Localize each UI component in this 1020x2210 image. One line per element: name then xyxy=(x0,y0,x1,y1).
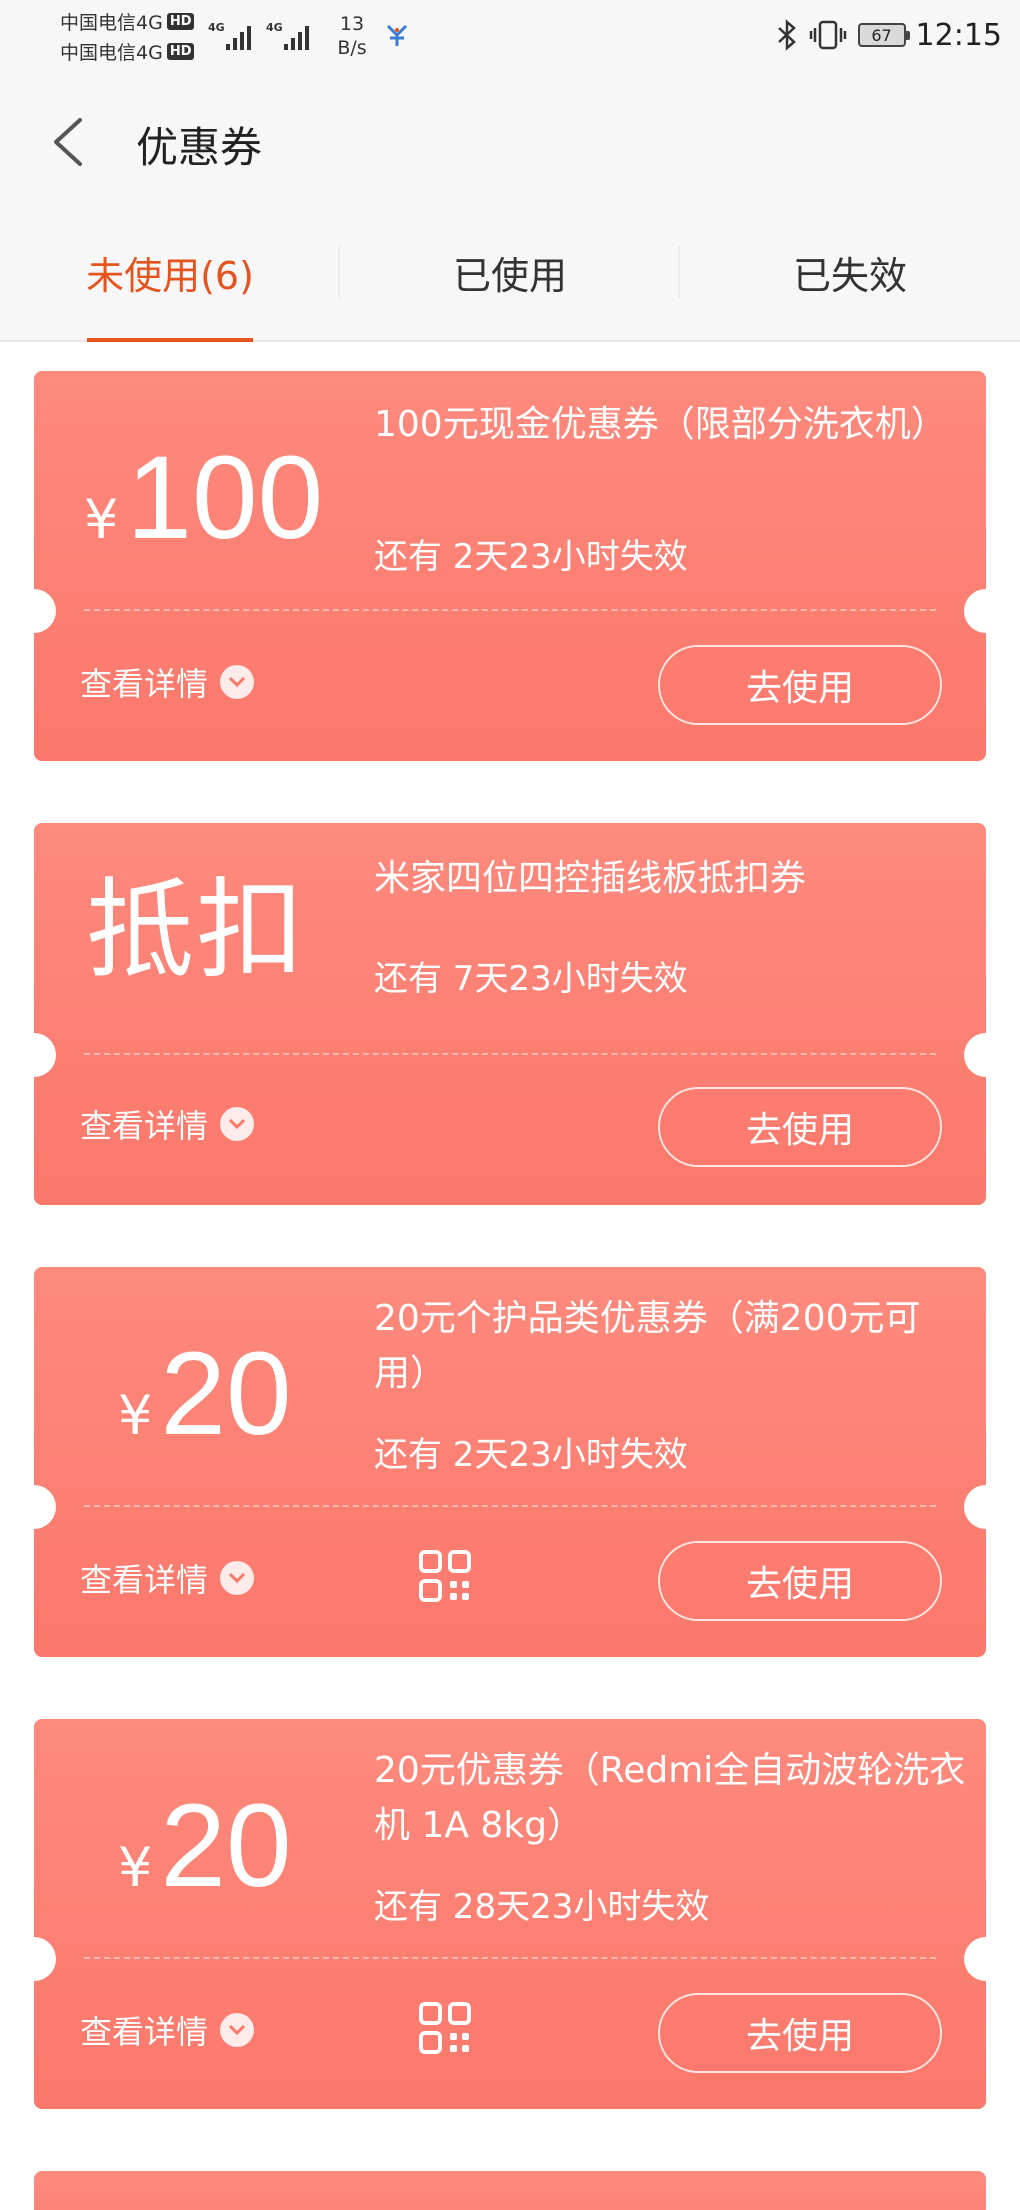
coupon-divider xyxy=(84,1957,936,1959)
use-coupon-button[interactable]: 去使用 xyxy=(658,645,942,725)
signal-1-net-type: 4G xyxy=(208,21,225,34)
view-details-label: 查看详情 xyxy=(80,2013,209,2051)
coupon-card: ¥ 20 20元优惠券（Redmi全自动波轮洗衣机 1A 8kg） 还有 28天… xyxy=(34,1719,986,2109)
signal-icon-1: 4G xyxy=(208,21,251,50)
coupon-expiry: 还有 2天23小时失效 xyxy=(374,1435,688,1475)
carrier-2: 中国电信4G HD xyxy=(60,38,195,65)
coupon-divider xyxy=(84,609,936,611)
currency-symbol: ¥ xyxy=(118,1384,153,1447)
tab-expired[interactable]: 已失效 xyxy=(680,202,1020,342)
coupon-card: ¥ 100 100元现金优惠券（限部分洗衣机） 还有 2天23小时失效 查看详情… xyxy=(34,371,986,761)
use-coupon-button[interactable]: 去使用 xyxy=(658,1087,942,1167)
coupon-notch-right xyxy=(964,1485,986,1529)
coupon-name: 20元个护品类优惠券（满200元可用） xyxy=(374,1298,921,1394)
coupon-notch-left xyxy=(34,589,56,633)
coupon-card-partial xyxy=(34,2171,986,2210)
use-coupon-button[interactable]: 去使用 xyxy=(658,1541,942,1621)
currency-symbol: ¥ xyxy=(118,1836,153,1899)
chevron-down-icon xyxy=(220,1561,255,1595)
carrier-1: 中国电信4G HD xyxy=(60,8,195,35)
view-details-label: 查看详情 xyxy=(80,1107,209,1145)
header-bar: 优惠券 xyxy=(0,72,1020,202)
status-bar: 中国电信4G HD 中国电信4G HD 4G 4G 13 B/s 67 12:1… xyxy=(0,0,1020,72)
coupon-notch-right xyxy=(964,589,986,633)
coupon-name: 米家四位四控插线板抵扣券 xyxy=(374,858,807,899)
view-details-toggle[interactable]: 查看详情 xyxy=(80,1101,255,1147)
signal-icon-2: 4G xyxy=(266,21,309,50)
chevron-down-icon xyxy=(220,665,255,699)
coupon-amount: ¥ 20 xyxy=(118,1335,292,1453)
network-speed-unit: B/s xyxy=(337,37,367,59)
tab-expired-label: 已失效 xyxy=(792,253,907,298)
tab-unused[interactable]: 未使用(6) xyxy=(0,202,340,342)
coupon-notch-left xyxy=(34,1485,56,1529)
network-speed-value: 13 xyxy=(339,13,365,35)
coupon-notch-right xyxy=(964,1937,986,1981)
view-details-toggle[interactable]: 查看详情 xyxy=(80,1555,255,1601)
hd-badge-2: HD xyxy=(166,43,195,60)
coupon-amount: ¥ 20 xyxy=(118,1787,292,1905)
hd-badge-1: HD xyxy=(166,13,195,30)
coupon-divider xyxy=(84,1053,936,1055)
coupon-divider xyxy=(84,1505,936,1507)
signal-2-net-type: 4G xyxy=(266,21,283,34)
back-arrow-icon[interactable] xyxy=(48,112,88,172)
bluetooth-icon xyxy=(777,19,796,51)
coupon-value: 100 xyxy=(126,432,324,564)
coupon-value: 20 xyxy=(160,1328,292,1460)
coupon-notch-left xyxy=(34,1937,56,1981)
view-details-toggle[interactable]: 查看详情 xyxy=(80,659,255,705)
active-tab-indicator xyxy=(87,338,253,342)
coupon-type-label: 抵扣 xyxy=(86,868,307,993)
coupon-card: ¥ 20 20元个护品类优惠券（满200元可用） 还有 2天23小时失效 查看详… xyxy=(34,1267,986,1657)
network-speed: 13 B/s xyxy=(332,12,372,60)
coupon-name: 20元优惠券（Redmi全自动波轮洗衣机 1A 8kg） xyxy=(374,1750,966,1846)
battery-level: 67 xyxy=(871,25,892,45)
view-details-label: 查看详情 xyxy=(80,1561,209,1599)
chevron-down-icon xyxy=(220,1107,255,1141)
tab-used[interactable]: 已使用 xyxy=(340,202,680,342)
app-notification-icon xyxy=(386,24,408,46)
coupon-expiry: 还有 2天23小时失效 xyxy=(374,537,688,577)
view-details-toggle[interactable]: 查看详情 xyxy=(80,2007,255,2053)
app-root: 中国电信4G HD 中国电信4G HD 4G 4G 13 B/s 67 12:1… xyxy=(0,0,1020,2210)
use-coupon-button[interactable]: 去使用 xyxy=(658,1993,942,2073)
coupon-value: 20 xyxy=(160,1780,292,1912)
clock: 12:15 xyxy=(915,17,1002,53)
coupon-notch-right xyxy=(964,1033,986,1077)
tab-unused-label: 未使用(6) xyxy=(86,253,254,298)
coupon-tabs: 未使用(6) 已使用 已失效 xyxy=(0,202,1020,342)
qr-code-icon[interactable] xyxy=(418,1549,472,1603)
coupon-name: 100元现金优惠券（限部分洗衣机） xyxy=(374,404,947,445)
carrier-2-label: 中国电信4G xyxy=(60,42,163,64)
coupon-notch-left xyxy=(34,1033,56,1077)
coupon-expiry: 还有 7天23小时失效 xyxy=(374,959,688,999)
qr-code-icon[interactable] xyxy=(418,2001,472,2055)
vibrate-icon xyxy=(809,20,846,50)
carrier-1-label: 中国电信4G xyxy=(60,12,163,34)
coupon-list: ¥ 100 100元现金优惠券（限部分洗衣机） 还有 2天23小时失效 查看详情… xyxy=(0,344,1020,2210)
chevron-down-icon xyxy=(220,2013,255,2047)
page-title: 优惠券 xyxy=(136,123,263,172)
tab-used-label: 已使用 xyxy=(452,253,567,298)
coupon-card: 抵扣 米家四位四控插线板抵扣券 还有 7天23小时失效 查看详情 去使用 xyxy=(34,823,986,1205)
coupon-expiry: 还有 28天23小时失效 xyxy=(374,1887,710,1927)
status-icons: 67 12:15 xyxy=(776,14,1002,56)
battery-icon: 67 xyxy=(857,23,910,47)
currency-symbol: ¥ xyxy=(84,488,119,551)
view-details-label: 查看详情 xyxy=(80,665,209,703)
coupon-amount: ¥ 100 xyxy=(84,439,323,557)
